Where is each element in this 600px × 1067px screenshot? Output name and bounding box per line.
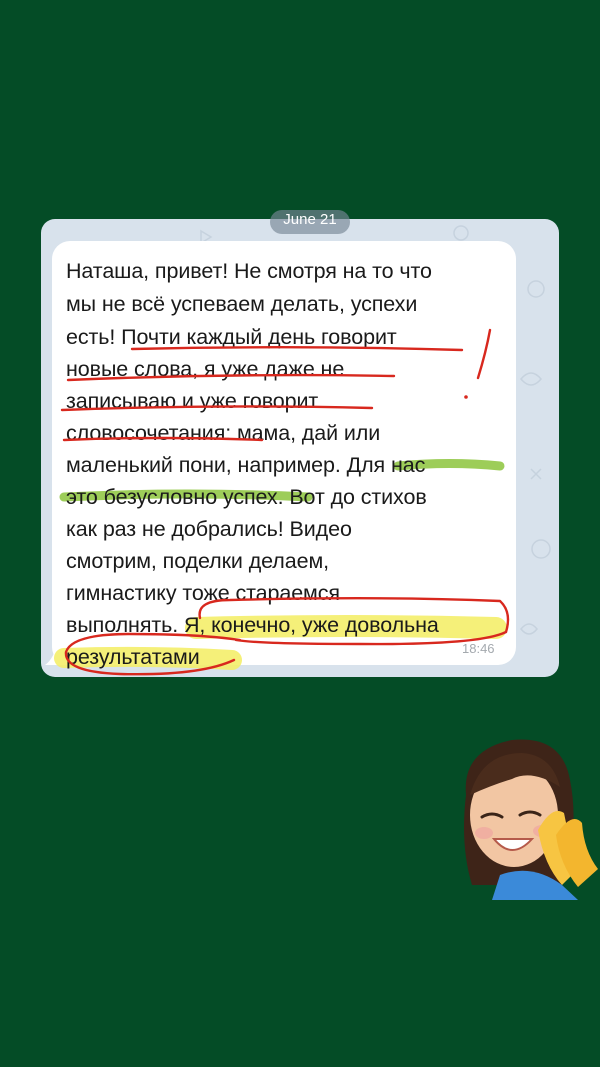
message-line: как раз не добрались! Видео — [66, 517, 352, 541]
message-line: есть! Почти каждый день говорит — [66, 325, 397, 349]
message-line: результатами — [66, 645, 200, 669]
message-line: Наташа, привет! Не смотря на то что — [66, 259, 432, 283]
bubble-tail — [45, 640, 67, 665]
message-time: 18:46 — [462, 641, 495, 656]
message-line: мы не всё успеваем делать, успехи — [66, 292, 418, 316]
message-line: выполнять. Я, конечно, уже довольна — [66, 613, 439, 637]
message-line: смотрим, поделки делаем, — [66, 549, 330, 573]
date-pill: June 21 — [270, 210, 350, 234]
message-line: новые слова, я уже даже не — [66, 357, 345, 381]
message-line: записываю и уже говорит — [66, 389, 319, 413]
message-line: это безусловно успех. Вот до стихов — [66, 485, 427, 509]
memoji-praying-hands-icon — [464, 739, 598, 900]
message-line: словосочетания: мама, дай или — [66, 421, 381, 445]
message-line: маленький пони, например. Для нас — [66, 453, 426, 477]
message-line: гимнастику тоже стараемся — [66, 581, 340, 605]
date-label: June 21 — [283, 211, 337, 228]
